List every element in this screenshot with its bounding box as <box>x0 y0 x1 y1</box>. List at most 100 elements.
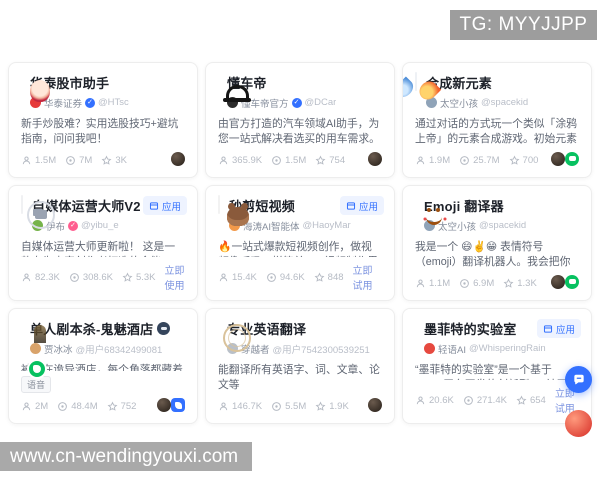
favorites-count: 5.3K <box>135 271 156 283</box>
star-icon <box>122 272 133 282</box>
users-stat: 146.7K <box>218 401 262 412</box>
author-row[interactable]: 贾冰冰 @用户68342499081 <box>30 342 185 356</box>
star-icon <box>315 401 326 411</box>
profile-channel-icon[interactable] <box>551 275 565 289</box>
star-icon <box>516 395 527 405</box>
profile-channel-icon[interactable] <box>171 152 185 166</box>
card-header: 华泰股市助手 华泰证券 @HTsc <box>21 73 185 110</box>
feishu-channel-icon[interactable] <box>171 398 185 412</box>
agent-icon-wrap <box>415 72 417 91</box>
card-header: 懂车帝 懂车帝官方 @DCar <box>218 73 382 110</box>
person-icon <box>219 156 228 165</box>
views-stat: 308.6K <box>69 272 113 283</box>
author-row[interactable]: 轻语AI @WhisperingRain <box>424 342 579 356</box>
card-foot-right <box>368 398 382 415</box>
app-type-badge: 应用 <box>536 319 581 338</box>
views-count: 6.9M <box>473 278 495 289</box>
views-count: 271.4K <box>476 394 507 406</box>
author-handle: @HaoyMar <box>302 220 351 231</box>
agent-card[interactable]: 专业英语翻译 穿越者 @用户7542300539251 能翻译所有英语字、词、文… <box>205 308 395 424</box>
person-icon <box>219 273 228 281</box>
channel-avatars <box>171 152 185 169</box>
profile-channel-icon[interactable] <box>368 152 382 166</box>
author-handle: @yibu_e <box>81 220 119 231</box>
views-icon <box>272 402 282 411</box>
agent-card[interactable]: 懂车帝 懂车帝官方 @DCar 由官方打造的汽车领域AI助手，为您一站式解决看选… <box>205 62 395 178</box>
views-count: 1.5M <box>285 155 307 166</box>
profile-channel-icon[interactable] <box>157 398 171 412</box>
wechat-channel-icon[interactable] <box>565 275 579 289</box>
star-icon <box>107 401 118 411</box>
favorites-count: 3K <box>115 155 127 166</box>
agent-description: 由官方打造的汽车领域AI助手，为您一站式解决看选买的用车需求。 <box>218 117 380 145</box>
agent-card[interactable]: 华泰股市助手 华泰证券 @HTsc 新手炒股难？实用选股技巧+避坑指南，问问我吧… <box>8 62 198 178</box>
card-head-text: 合成新元素 太空小孩 @spacekid <box>426 73 579 110</box>
card-stats-row: 15.4K 94.6K 848 立即试用 <box>218 257 382 292</box>
card-header: 专业英语翻译 穿越者 @用户7542300539251 <box>218 319 382 356</box>
floating-chat-button[interactable] <box>565 366 592 393</box>
card-foot-right <box>551 275 579 292</box>
person-icon <box>22 273 31 281</box>
views-stat: 25.7M <box>459 155 500 166</box>
author-handle: @用户68342499081 <box>75 344 163 356</box>
users-stat: 1.1M <box>415 278 450 289</box>
agent-description: 自媒体运营大师更新啦！ 这是一款专为内容创作者打造的全能工具。本次全新的用户界面… <box>21 240 176 258</box>
app-type-badge: 应用 <box>339 196 384 215</box>
views-stat: 7M <box>65 155 92 166</box>
floating-avatar[interactable] <box>565 410 592 437</box>
author-handle: @spacekid <box>481 97 529 108</box>
card-foot-right: 立即试用 <box>353 262 382 292</box>
agent-card[interactable]: Emoji 翻译器 太空小孩 @spacekid 我是一个 😄✌️😁 表情符号（… <box>402 185 592 301</box>
author-name: 轻语AI <box>438 344 466 356</box>
views-count: 48.4M <box>71 401 98 412</box>
agent-card[interactable]: 应用 {>.<} 墨菲特的实验室 轻语AI <box>402 308 592 424</box>
agent-card[interactable]: 单人剧本杀-鬼魅酒店 贾冰冰 @用户68342499081 被困在诡异酒店，每个… <box>8 308 198 424</box>
views-icon <box>66 156 76 165</box>
bot-store-page: 华泰股市助手 华泰证券 @HTsc 新手炒股难？实用选股技巧+避坑指南，问问我吧… <box>0 0 600 480</box>
profile-channel-icon[interactable] <box>551 152 565 166</box>
agent-card[interactable]: 应用 秒剪短视频 海涛AI智能体 @HaoyMar 🔥一站式爆款短视频创作，做视… <box>205 185 395 301</box>
author-row[interactable]: 穿越者 @用户7542300539251 <box>227 342 382 356</box>
author-row[interactable]: 太空小孩 @spacekid <box>426 96 579 110</box>
views-count: 308.6K <box>82 271 113 283</box>
views-icon <box>460 279 470 288</box>
views-stat: 94.6K <box>266 272 305 283</box>
agent-card[interactable]: 合成新元素 太空小孩 @spacekid 通过对话的方式玩一个类似「涂鸦上帝」的… <box>402 62 592 178</box>
author-row[interactable]: 伊布 @yibu_e <box>32 219 185 233</box>
person-icon <box>416 396 425 404</box>
script-kill-badge-icon <box>157 322 171 335</box>
profile-channel-icon[interactable] <box>368 398 382 412</box>
author-avatar <box>424 343 435 354</box>
author-handle: @用户7542300539251 <box>272 344 370 356</box>
users-stat: 20.6K <box>415 395 454 406</box>
card-stats-row: 2M 48.4M 752 <box>21 393 185 415</box>
author-row[interactable]: 海涛AI智能体 @HaoyMar <box>229 219 382 233</box>
wechat-channel-icon[interactable] <box>565 152 579 166</box>
views-icon <box>463 395 473 405</box>
author-row[interactable]: 太空小孩 @spacekid <box>424 219 579 233</box>
card-header: 合成新元素 太空小孩 @spacekid <box>415 72 579 110</box>
agent-card[interactable]: 应用 自媒体运营大师V2 伊布 ✓ @yibu_e 自媒体运营大师更新啦！ 这是… <box>8 185 198 301</box>
bear-video-icon <box>218 195 220 214</box>
person-icon <box>416 156 425 165</box>
star-icon <box>509 155 519 165</box>
card-head-text: Emoji 翻译器 太空小孩 @spacekid <box>424 196 579 233</box>
author-row[interactable]: 华泰证券 @HTsc <box>30 96 185 110</box>
author-name: 贾冰冰 <box>44 344 73 356</box>
views-icon <box>272 156 282 165</box>
star-icon <box>503 278 514 288</box>
site-watermark: www.cn-wendingyouxi.com <box>0 442 252 471</box>
use-now-link[interactable]: 立即试用 <box>353 262 382 292</box>
app-window-icon <box>346 201 356 210</box>
star-icon <box>101 155 112 165</box>
app-window-icon <box>543 324 553 333</box>
users-count: 2M <box>35 401 49 412</box>
agent-description: 能翻译所有英语字、词、文章、论文等 <box>218 363 380 391</box>
channel-avatars <box>551 275 579 292</box>
author-avatar <box>30 343 41 354</box>
use-now-link[interactable]: 立即使用 <box>165 262 186 292</box>
author-handle: @DCar <box>304 97 337 108</box>
card-foot-right <box>157 398 185 415</box>
app-badge-label: 应用 <box>161 201 181 213</box>
users-count: 146.7K <box>232 401 263 412</box>
